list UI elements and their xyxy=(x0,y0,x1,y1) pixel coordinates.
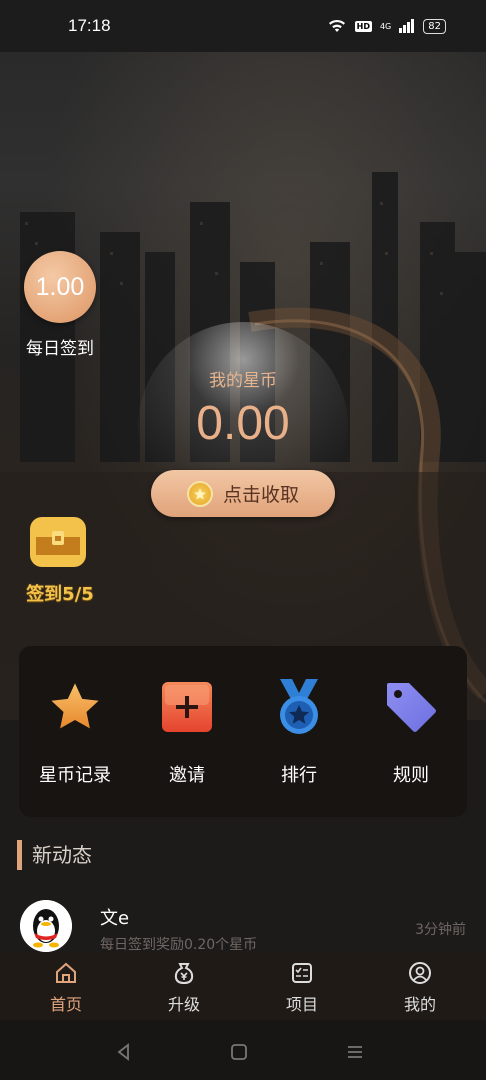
collect-button[interactable]: 点击收取 xyxy=(151,470,335,517)
home-nav-icon[interactable] xyxy=(227,1040,251,1064)
system-navigation-bar xyxy=(0,1020,486,1080)
star-icon xyxy=(45,678,105,736)
plus-icon xyxy=(157,678,217,736)
daily-signin-label: 每日签到 xyxy=(26,339,94,359)
menu-item-rules[interactable]: 规则 xyxy=(355,646,467,817)
wifi-icon xyxy=(328,19,345,32)
bottom-tab-bar: 首页 升级 项目 我的 xyxy=(0,952,486,1020)
daily-signin-coin[interactable]: 1.00 xyxy=(24,251,96,323)
tag-icon xyxy=(381,678,441,736)
news-user-name: 文e xyxy=(100,908,130,929)
medal-icon xyxy=(269,678,329,736)
checklist-icon xyxy=(292,963,312,983)
menu-item-ranking[interactable]: 排行 xyxy=(243,646,355,817)
battery-indicator: 82 xyxy=(423,18,446,34)
tab-label: 项目 xyxy=(285,995,318,1014)
menu-label: 排行 xyxy=(281,765,317,786)
treasure-chest-icon[interactable] xyxy=(28,515,88,569)
menu-item-coin-record[interactable]: 星币记录 xyxy=(19,646,131,817)
tab-label: 首页 xyxy=(49,995,82,1014)
home-icon xyxy=(56,962,76,983)
status-bar: 17:18 HD 4G 82 xyxy=(0,0,486,52)
news-list-item[interactable]: 文e 每日签到奖励0.20个星币 3分钟前 xyxy=(0,890,486,953)
tab-home[interactable]: 首页 xyxy=(6,952,126,1020)
network-label: 4G xyxy=(379,21,392,31)
menu-label: 邀请 xyxy=(169,765,205,786)
tab-label: 升级 xyxy=(167,995,200,1014)
news-description: 每日签到奖励0.20个星币 xyxy=(100,937,258,953)
tab-upgrade[interactable]: 升级 xyxy=(124,952,244,1020)
menu-label: 星币记录 xyxy=(39,765,111,786)
chest-signin-progress: 签到5/5 xyxy=(26,584,94,605)
hd-badge: HD xyxy=(354,20,372,32)
menu-label: 规则 xyxy=(393,765,429,786)
status-icons: HD 4G 82 xyxy=(327,18,446,34)
news-timestamp: 3分钟前 xyxy=(415,922,466,938)
recents-menu-icon[interactable] xyxy=(343,1040,367,1064)
wallet-label: 我的星币 xyxy=(209,371,277,391)
avatar xyxy=(20,900,72,952)
tab-mine[interactable]: 我的 xyxy=(360,952,480,1020)
money-bag-icon xyxy=(174,963,194,985)
signin-amount: 1.00 xyxy=(35,272,85,301)
collect-label: 点击收取 xyxy=(222,484,299,506)
news-section-title: 新动态 xyxy=(17,840,92,870)
tab-projects[interactable]: 项目 xyxy=(242,952,362,1020)
status-time: 17:18 xyxy=(68,16,111,35)
tab-label: 我的 xyxy=(403,995,436,1014)
menu-item-invite[interactable]: 邀请 xyxy=(131,646,243,817)
back-icon[interactable] xyxy=(112,1040,136,1064)
user-icon xyxy=(409,962,431,984)
wallet-value: 0.00 xyxy=(196,397,290,450)
coin-icon xyxy=(186,480,213,507)
signal-icon xyxy=(399,19,415,33)
menu-card: 星币记录 邀请 排行 规则 xyxy=(19,646,467,817)
